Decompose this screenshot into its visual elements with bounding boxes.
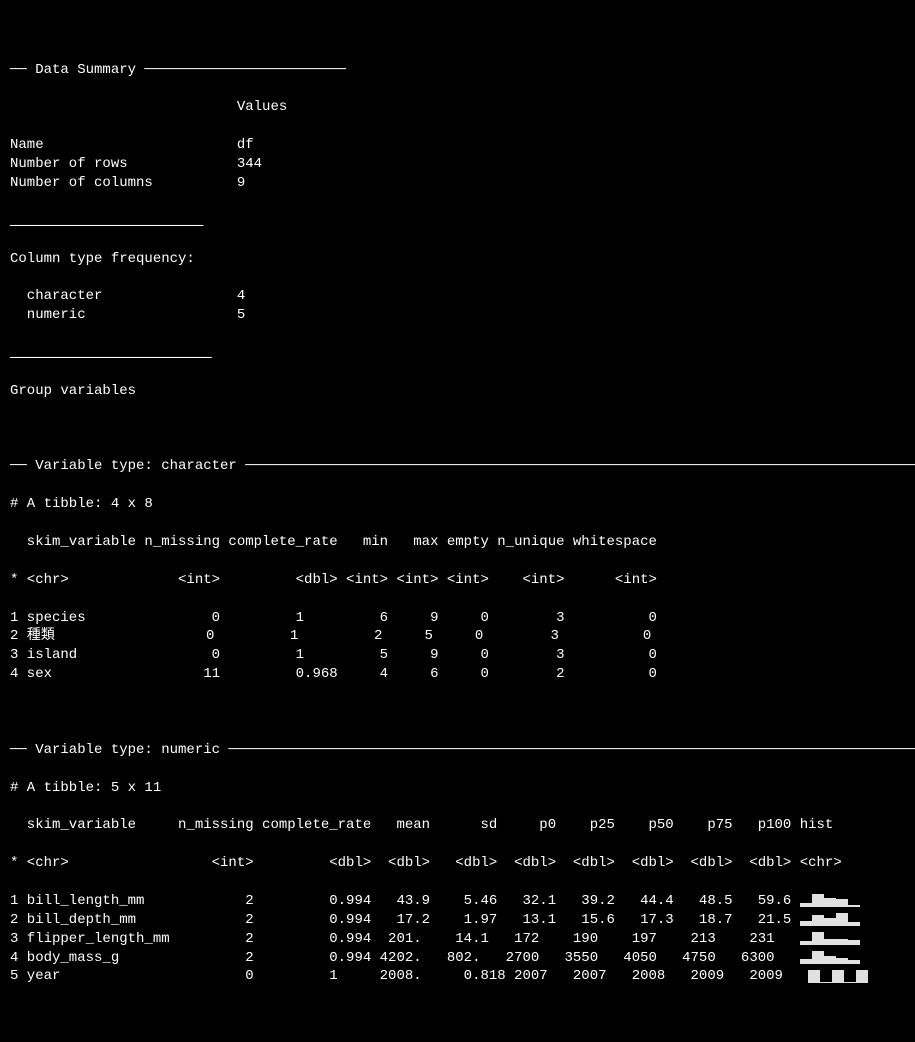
summary-rows: Name dfNumber of rows 344Number of colum… [10,136,905,193]
char-tibble: # A tibble: 4 x 8 [10,495,905,514]
ctf-rows: character 4 numeric 5 [10,287,905,325]
hist-icon [808,969,868,983]
num-row: 4 body_mass_g 2 0.994 4202. 802. 2700 35… [10,949,905,968]
hist-icon [800,931,860,945]
char-header: skim_variable n_missing complete_rate mi… [10,533,905,552]
underline-2: ________________________ [10,344,905,363]
num-types: * <chr> <int> <dbl> <dbl> <dbl> <dbl> <d… [10,854,905,873]
hist-icon [800,893,860,907]
ctf-label: Column type frequency: [10,250,905,269]
char-row: 4 sex 11 0.968 4 6 0 2 0 [10,665,905,684]
underline-1: _______________________ [10,212,905,231]
values-col-header: Values [10,98,905,117]
char-row: 1 species 0 1 6 9 0 3 0 [10,609,905,628]
num-tibble: # A tibble: 5 x 11 [10,779,905,798]
char-row: 3 island 0 1 5 9 0 3 0 [10,646,905,665]
num-row: 2 bill_depth_mm 2 0.994 17.2 1.97 13.1 1… [10,911,905,930]
num-header: skim_variable n_missing complete_rate me… [10,816,905,835]
num-row: 5 year 0 1 2008. 0.818 2007 2007 2008 20… [10,967,905,986]
blank [10,420,905,439]
char-types: * <chr> <int> <dbl> <int> <int> <int> <i… [10,571,905,590]
num-title: ── Variable type: numeric ──────────────… [10,741,905,760]
ctf-row: character 4 [10,287,905,306]
ctf-row: numeric 5 [10,306,905,325]
summary-row: Number of rows 344 [10,155,905,174]
group-vars: Group variables [10,382,905,401]
char-title: ── Variable type: character ────────────… [10,457,905,476]
char-row: 2 種類 0 1 2 5 0 3 0 [10,627,905,646]
hist-icon [800,950,860,964]
num-rows: 1 bill_length_mm 2 0.994 43.9 5.46 32.1 … [10,892,905,986]
hist-icon [800,912,860,926]
num-row: 1 bill_length_mm 2 0.994 43.9 5.46 32.1 … [10,892,905,911]
char-rows: 1 species 0 1 6 9 0 3 02 種類 0 1 2 5 0 3 … [10,609,905,685]
blank2 [10,703,905,722]
summary-row: Number of columns 9 [10,174,905,193]
num-row: 3 flipper_length_mm 2 0.994 201. 14.1 17… [10,930,905,949]
summary-row: Name df [10,136,905,155]
data-summary-title: ── Data Summary ──────────────────────── [10,61,905,80]
